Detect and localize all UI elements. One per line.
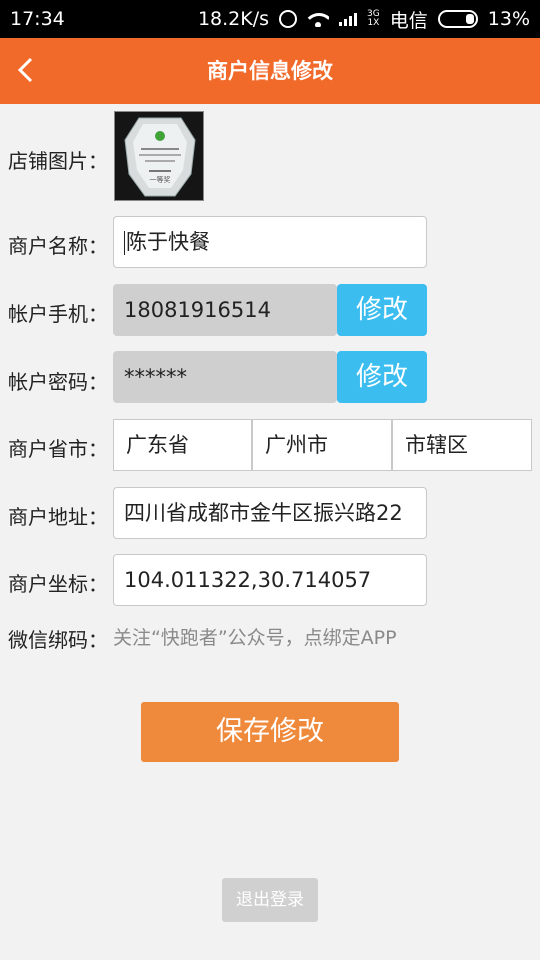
phone-label: 帐户手机： <box>8 302 108 326</box>
wechat-label: 微信绑码： <box>8 628 108 652</box>
status-time: 17:34 <box>10 8 65 30</box>
province-city-label: 商户省市： <box>8 437 108 461</box>
svg-text:一等奖: 一等奖 <box>150 175 171 184</box>
wifi-icon <box>307 11 330 27</box>
network-type: 3G 1X <box>367 9 380 28</box>
logout-button[interactable]: 退出登录 <box>222 878 318 922</box>
store-name-input[interactable]: 陈于快餐 <box>113 216 427 268</box>
coordinates-input[interactable]: 104.011322,30.714057 <box>113 554 427 606</box>
battery-icon <box>437 10 478 28</box>
signal-icon <box>339 12 358 26</box>
coordinates-label: 商户坐标： <box>8 572 108 596</box>
alarm-icon <box>279 10 298 28</box>
modify-password-button[interactable]: 修改 <box>337 351 427 403</box>
district-select[interactable]: 市辖区 <box>392 419 532 471</box>
password-label: 帐户密码： <box>8 370 108 394</box>
store-image[interactable]: 一等奖 <box>114 111 204 201</box>
carrier-name: 电信 <box>389 9 428 32</box>
store-image-label: 店铺图片： <box>8 149 108 173</box>
network-speed: 18.2K/s <box>197 8 270 30</box>
province-select[interactable]: 广东省 <box>113 419 252 471</box>
battery-level: 13% <box>487 8 530 30</box>
text-caret <box>124 231 125 255</box>
address-input[interactable]: 四川省成都市金牛区振兴路22 <box>113 487 427 539</box>
status-bar: 17:34 18.2K/s 3G 1X 电信 13% <box>0 0 540 38</box>
store-name-label: 商户名称： <box>8 234 108 258</box>
save-button[interactable]: 保存修改 <box>141 702 399 762</box>
wechat-hint: 关注“快跑者”公众号，点绑定APP <box>113 627 397 649</box>
city-select[interactable]: 广州市 <box>252 419 392 471</box>
title-bar: 商户信息修改 <box>0 38 540 104</box>
page-title: 商户信息修改 <box>207 59 333 83</box>
store-name-value: 陈于快餐 <box>126 230 210 254</box>
password-field: ****** <box>113 351 337 403</box>
address-label: 商户地址： <box>8 505 108 529</box>
trophy-image: 一等奖 <box>115 112 203 200</box>
modify-phone-button[interactable]: 修改 <box>337 284 427 336</box>
phone-field: 18081916514 <box>113 284 337 336</box>
